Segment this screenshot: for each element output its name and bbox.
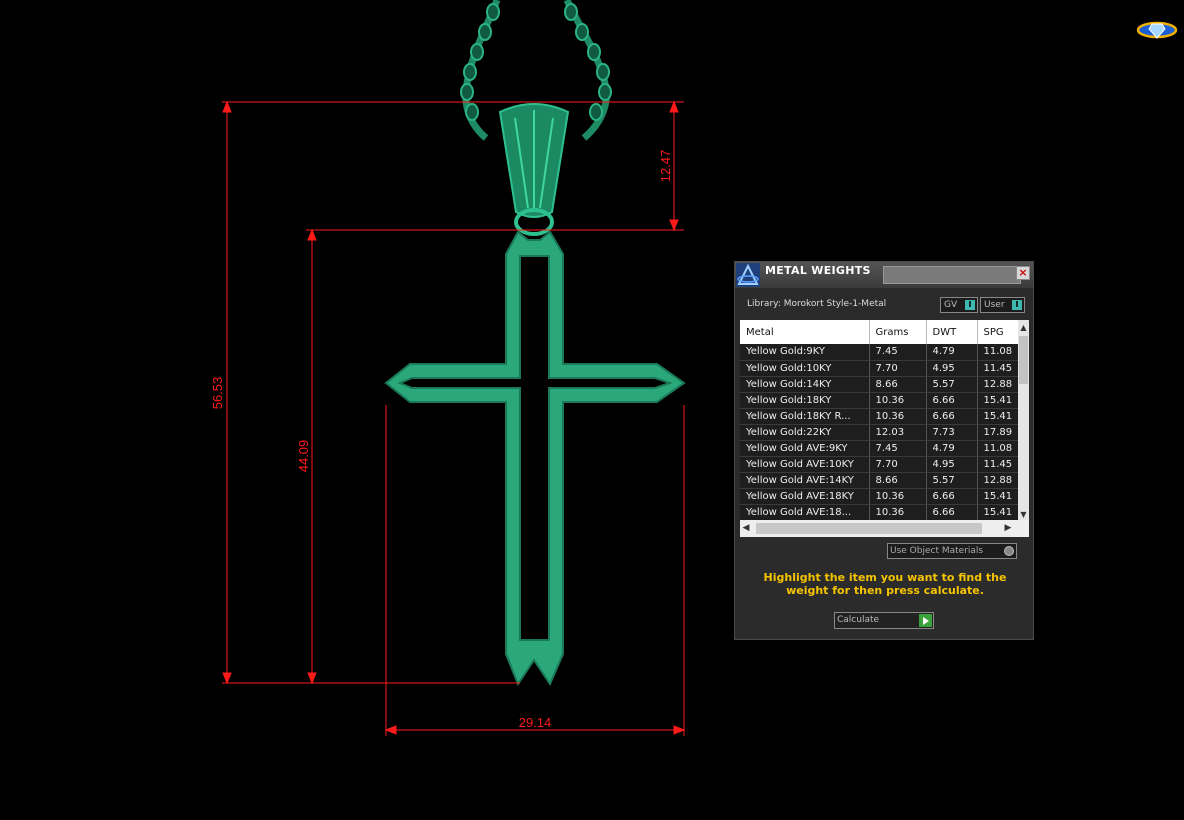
gv-toggle[interactable]: GV I bbox=[940, 297, 978, 313]
cell-grams: 7.70 bbox=[869, 360, 927, 377]
title-bar-field bbox=[883, 266, 1021, 284]
table-row[interactable]: Yellow Gold:9KY 7.45 4.79 11.08 bbox=[740, 344, 1029, 361]
column-header-dwt[interactable]: DWT bbox=[926, 320, 978, 344]
table-row[interactable]: Yellow Gold:10KY 7.70 4.95 11.45 bbox=[740, 360, 1029, 377]
cell-grams: 10.36 bbox=[869, 488, 927, 505]
column-header-metal[interactable]: Metal bbox=[740, 320, 870, 344]
horizontal-scroll-thumb[interactable] bbox=[756, 523, 982, 534]
use-object-materials-toggle[interactable]: Use Object Materials bbox=[887, 543, 1017, 559]
cell-dwt: 6.66 bbox=[926, 392, 978, 409]
table-body: Yellow Gold:9KY 7.45 4.79 11.08 Yellow Gold:… bbox=[740, 344, 1029, 521]
table-row[interactable]: Yellow Gold AVE:10KY 7.70 4.95 11.45 bbox=[740, 456, 1029, 473]
instruction-text: Highlight the item you want to find the … bbox=[763, 571, 1007, 597]
panel-titlebar[interactable]: METAL WEIGHTS × bbox=[735, 262, 1033, 288]
panel-title: METAL WEIGHTS bbox=[765, 264, 871, 277]
table-row[interactable]: Yellow Gold:18KY 10.36 6.66 15.41 bbox=[740, 392, 1029, 409]
table-header-row: Metal Grams DWT SPG bbox=[740, 320, 1029, 344]
dim-bail-height: 12.47 bbox=[658, 150, 673, 183]
play-icon bbox=[919, 614, 932, 627]
table-row[interactable]: Yellow Gold:14KY 8.66 5.57 12.88 bbox=[740, 376, 1029, 393]
cell-metal: Yellow Gold:18KY bbox=[740, 392, 870, 409]
cell-metal: Yellow Gold:10KY bbox=[740, 360, 870, 377]
cell-dwt: 4.95 bbox=[926, 456, 978, 473]
cell-grams: 8.66 bbox=[869, 472, 927, 489]
cell-metal: Yellow Gold AVE:10KY bbox=[740, 456, 870, 473]
cell-dwt: 5.57 bbox=[926, 376, 978, 393]
scroll-up-icon[interactable]: ▲ bbox=[1018, 322, 1029, 333]
cell-metal: Yellow Gold:9KY bbox=[740, 344, 870, 361]
toggle-knob-icon: I bbox=[1012, 300, 1022, 310]
table-row[interactable]: Yellow Gold AVE:18KY 10.36 6.66 15.41 bbox=[740, 488, 1029, 505]
cell-metal: Yellow Gold:18KY R... bbox=[740, 408, 870, 425]
cell-metal: Yellow Gold:14KY bbox=[740, 376, 870, 393]
cell-metal: Yellow Gold AVE:9KY bbox=[740, 440, 870, 457]
column-header-grams[interactable]: Grams bbox=[869, 320, 927, 344]
cell-grams: 12.03 bbox=[869, 424, 927, 441]
metal-weights-icon bbox=[736, 263, 760, 287]
scroll-left-icon[interactable]: ◀ bbox=[740, 520, 752, 537]
cell-grams: 7.45 bbox=[869, 344, 927, 361]
library-label: Library: Morokort Style-1-Metal bbox=[747, 299, 887, 309]
dim-cross-height: 44.09 bbox=[296, 440, 311, 473]
scroll-down-icon[interactable]: ▼ bbox=[1018, 509, 1029, 520]
vertical-scroll-thumb[interactable] bbox=[1019, 336, 1028, 384]
table-row[interactable]: Yellow Gold AVE:14KY 8.66 5.57 12.88 bbox=[740, 472, 1029, 489]
metal-weights-panel: METAL WEIGHTS × Library: Morokort Style-… bbox=[734, 261, 1034, 640]
gv-toggle-label: GV bbox=[944, 300, 958, 310]
dim-total-height: 56.53 bbox=[210, 377, 225, 410]
calculate-button[interactable]: Calculate bbox=[834, 612, 934, 629]
dim-cross-width: 29.14 bbox=[519, 715, 552, 730]
cell-dwt: 7.73 bbox=[926, 424, 978, 441]
cell-grams: 10.36 bbox=[869, 392, 927, 409]
table-row[interactable]: Yellow Gold:22KY 12.03 7.73 17.89 bbox=[740, 424, 1029, 441]
vertical-scrollbar[interactable]: ▲ ▼ bbox=[1018, 320, 1029, 520]
cell-grams: 7.45 bbox=[869, 440, 927, 457]
close-button[interactable]: × bbox=[1016, 266, 1030, 280]
app-logo-icon bbox=[1136, 18, 1178, 44]
cell-dwt: 4.79 bbox=[926, 440, 978, 457]
cell-dwt: 6.66 bbox=[926, 408, 978, 425]
cell-metal: Yellow Gold AVE:18KY bbox=[740, 488, 870, 505]
cell-metal: Yellow Gold AVE:18... bbox=[740, 504, 870, 521]
use-object-materials-label: Use Object Materials bbox=[890, 546, 984, 556]
cell-grams: 8.66 bbox=[869, 376, 927, 393]
cell-dwt: 4.79 bbox=[926, 344, 978, 361]
cell-metal: Yellow Gold:22KY bbox=[740, 424, 870, 441]
cell-grams: 7.70 bbox=[869, 456, 927, 473]
radio-icon bbox=[1004, 546, 1014, 556]
horizontal-scrollbar[interactable]: ◀ ▶ bbox=[740, 520, 1029, 537]
bail bbox=[498, 103, 570, 236]
calculate-label: Calculate bbox=[837, 615, 880, 625]
metal-table: Metal Grams DWT SPG Yellow Gold:9KY 7.45 4… bbox=[740, 320, 1029, 537]
cell-dwt: 5.57 bbox=[926, 472, 978, 489]
dimension-lines bbox=[222, 100, 686, 736]
cell-dwt: 6.66 bbox=[926, 488, 978, 505]
chain-links bbox=[460, 3, 612, 121]
cell-metal: Yellow Gold AVE:14KY bbox=[740, 472, 870, 489]
cell-grams: 10.36 bbox=[869, 504, 927, 521]
table-row[interactable]: Yellow Gold:18KY R... 10.36 6.66 15.41 bbox=[740, 408, 1029, 425]
cell-dwt: 4.95 bbox=[926, 360, 978, 377]
cell-grams: 10.36 bbox=[869, 408, 927, 425]
cell-dwt: 6.66 bbox=[926, 504, 978, 521]
table-row[interactable]: Yellow Gold AVE:18... 10.36 6.66 15.41 bbox=[740, 504, 1029, 521]
cross bbox=[384, 230, 686, 687]
user-toggle-label: User bbox=[984, 300, 1005, 310]
toggle-knob-icon: I bbox=[965, 300, 975, 310]
user-toggle[interactable]: User I bbox=[980, 297, 1025, 313]
scroll-right-icon[interactable]: ▶ bbox=[1002, 520, 1014, 537]
table-row[interactable]: Yellow Gold AVE:9KY 7.45 4.79 11.08 bbox=[740, 440, 1029, 457]
